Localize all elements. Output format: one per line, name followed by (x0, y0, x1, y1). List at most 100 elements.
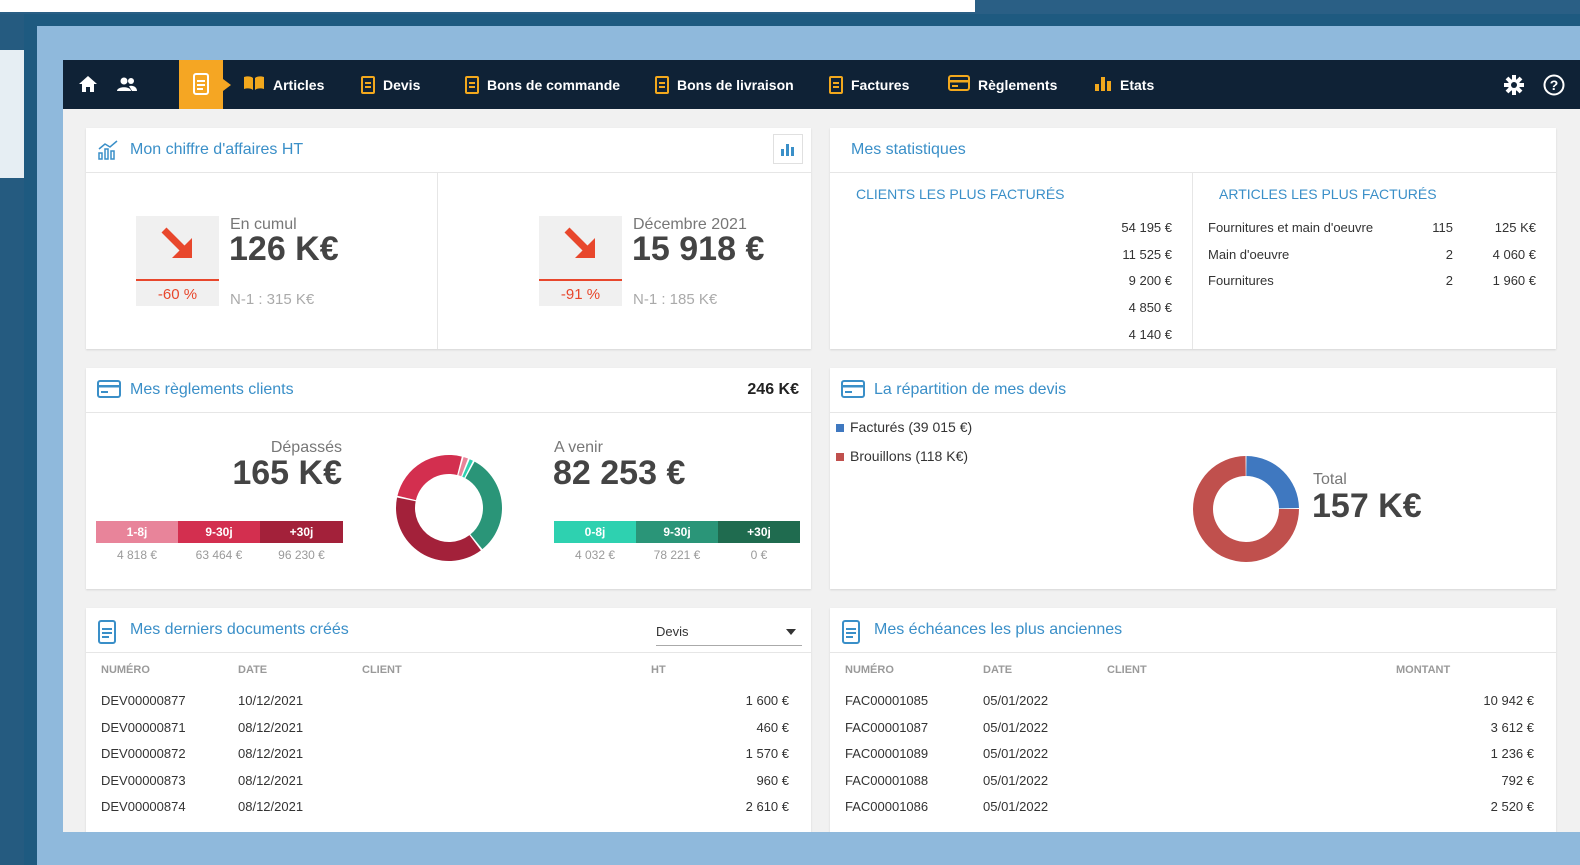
nav-item-reglements[interactable]: Règlements (948, 60, 1057, 109)
overdue-bucket-30j[interactable]: +30j (260, 521, 343, 543)
card-header: Mes statistiques (830, 128, 1556, 173)
article-name: Main d'oeuvre (1208, 247, 1290, 262)
doc-number: DEV00000871 (101, 720, 186, 735)
slice-factures[interactable] (1246, 456, 1299, 509)
arrow-down-right-icon (564, 227, 595, 258)
card-icon (948, 75, 970, 94)
slice-upcoming-9-30j[interactable] (465, 461, 502, 550)
nav-item-bons-de-commande[interactable]: Bons de commande (465, 60, 620, 109)
column-header: NUMÉRO (101, 664, 150, 676)
bucket-amount: 4 818 € (116, 548, 158, 562)
nav-label: Devis (383, 76, 421, 93)
invoice-amount: 10 942 € (1483, 693, 1534, 708)
nav-item-devis[interactable]: Devis (361, 60, 420, 109)
documents-tab[interactable] (179, 60, 231, 109)
nav-item-bons-de-livraison[interactable]: Bons de livraison (655, 60, 794, 109)
upcoming-bucket-9-30j[interactable]: 9-30j (636, 521, 718, 543)
statistics-card: Mes statistiques CLIENTS LES PLUS FACTUR… (830, 128, 1556, 349)
nav-item-factures[interactable]: Factures (829, 60, 909, 109)
nav-label: Bons de commande (487, 76, 621, 93)
home-icon[interactable] (77, 74, 99, 94)
legend-item-brouillons[interactable]: Brouillons (118 K€) (836, 448, 968, 464)
divider (1192, 172, 1193, 349)
doc-number: DEV00000874 (101, 799, 186, 814)
document-icon (361, 75, 375, 94)
nav-label: Etats (1120, 76, 1155, 93)
chart-toggle-button[interactable] (773, 134, 803, 164)
gear-icon[interactable] (1503, 74, 1525, 101)
card-title: Mes échéances les plus anciennes (874, 621, 1123, 638)
document-icon (829, 75, 843, 94)
invoice-amount: 792 € (1501, 773, 1534, 788)
doc-amount: 2 610 € (745, 799, 789, 814)
doc-amount: 1 600 € (745, 693, 789, 708)
payments-total: 246 K€ (747, 381, 799, 398)
slice-overdue-30j[interactable] (396, 497, 481, 561)
doc-number: DEV00000873 (101, 773, 186, 788)
bucket-amount: 78 221 € (653, 548, 701, 562)
article-amount: 1 960 € (1492, 273, 1536, 288)
document-icon (655, 75, 669, 94)
quotes-donut-chart (1193, 456, 1299, 562)
invoice-date: 05/01/2022 (983, 799, 1049, 814)
client-amount: 9 200 € (1128, 273, 1172, 288)
invoice-date: 05/01/2022 (983, 773, 1049, 788)
app-window: Articles Devis Bons de commande Bons de … (63, 60, 1580, 832)
documents-icon (192, 73, 210, 100)
revenue-card: Mon chiffre d'affaires HT -60 % En cumul… (86, 128, 811, 349)
book-icon (243, 75, 265, 94)
document-type-select[interactable]: Devis (656, 619, 802, 646)
legend-item-factures[interactable]: Facturés (39 015 €) (836, 419, 972, 435)
card-title: Mes règlements clients (130, 381, 294, 398)
delta-percent: -91 % (560, 286, 601, 303)
payments-card: Mes règlements clients 246 K€ Dépassés 1… (86, 368, 811, 589)
card-header: Mes règlements clients 246 K€ (86, 368, 811, 413)
column-header: MONTANT (1396, 664, 1451, 676)
invoice-number: FAC00001086 (845, 799, 929, 814)
card-title: La répartition de mes devis (874, 381, 1067, 398)
document-icon (97, 620, 117, 649)
articles-heading: ARTICLES LES PLUS FACTURÉS (1219, 186, 1437, 202)
column-header: HT (651, 664, 666, 676)
overdue-value: 165 K€ (232, 454, 342, 492)
overdue-bucket-9-30j[interactable]: 9-30j (178, 521, 260, 543)
invoice-amount: 2 520 € (1490, 799, 1534, 814)
overdue-bucket-1-8j[interactable]: 1-8j (96, 521, 178, 543)
card-title: Mes statistiques (851, 141, 966, 158)
article-qty: 2 (1445, 273, 1453, 288)
upcoming-value: 82 253 € (553, 454, 686, 492)
bar-chart-icon (1094, 75, 1112, 94)
article-name: Fournitures (1208, 273, 1274, 288)
help-icon[interactable]: ? (1542, 73, 1566, 102)
svg-text:?: ? (1550, 77, 1559, 93)
select-value: Devis (656, 624, 689, 639)
slice-overdue-9-30j[interactable] (397, 455, 462, 501)
client-amount: 11 525 € (1122, 247, 1172, 262)
card-icon (841, 380, 865, 403)
client-amount: 4 140 € (1128, 327, 1172, 342)
nav-item-articles[interactable]: Articles (243, 60, 324, 109)
bar-chart-icon (781, 144, 794, 156)
doc-number: DEV00000877 (101, 693, 186, 708)
doc-date: 08/12/2021 (238, 720, 304, 735)
nav-item-etats[interactable]: Etats (1094, 60, 1154, 109)
users-icon[interactable] (116, 75, 138, 93)
kpi-previous: N-1 : 185 K€ (633, 291, 718, 308)
delta-percent: -60 % (157, 286, 198, 303)
article-amount: 125 K€ (1494, 220, 1536, 235)
doc-amount: 460 € (756, 720, 789, 735)
invoice-number: FAC00001087 (845, 720, 929, 735)
legend-swatch (836, 424, 844, 432)
doc-date: 08/12/2021 (238, 799, 304, 814)
background-side-block (0, 50, 24, 178)
legend-label: Facturés (39 015 €) (850, 419, 973, 435)
kpi-previous: N-1 : 315 K€ (230, 291, 315, 308)
upcoming-bucket-30j[interactable]: +30j (718, 521, 800, 543)
upcoming-bucket-0-8j[interactable]: 0-8j (554, 521, 636, 543)
card-header: Mes derniers documents créés Devis (86, 608, 811, 653)
client-amount: 4 850 € (1128, 300, 1172, 315)
document-icon (841, 620, 861, 649)
kpi-value: 15 918 € (632, 230, 765, 268)
bucket-amount: 96 230 € (278, 548, 325, 562)
card-title: Mes derniers documents créés (130, 621, 349, 638)
